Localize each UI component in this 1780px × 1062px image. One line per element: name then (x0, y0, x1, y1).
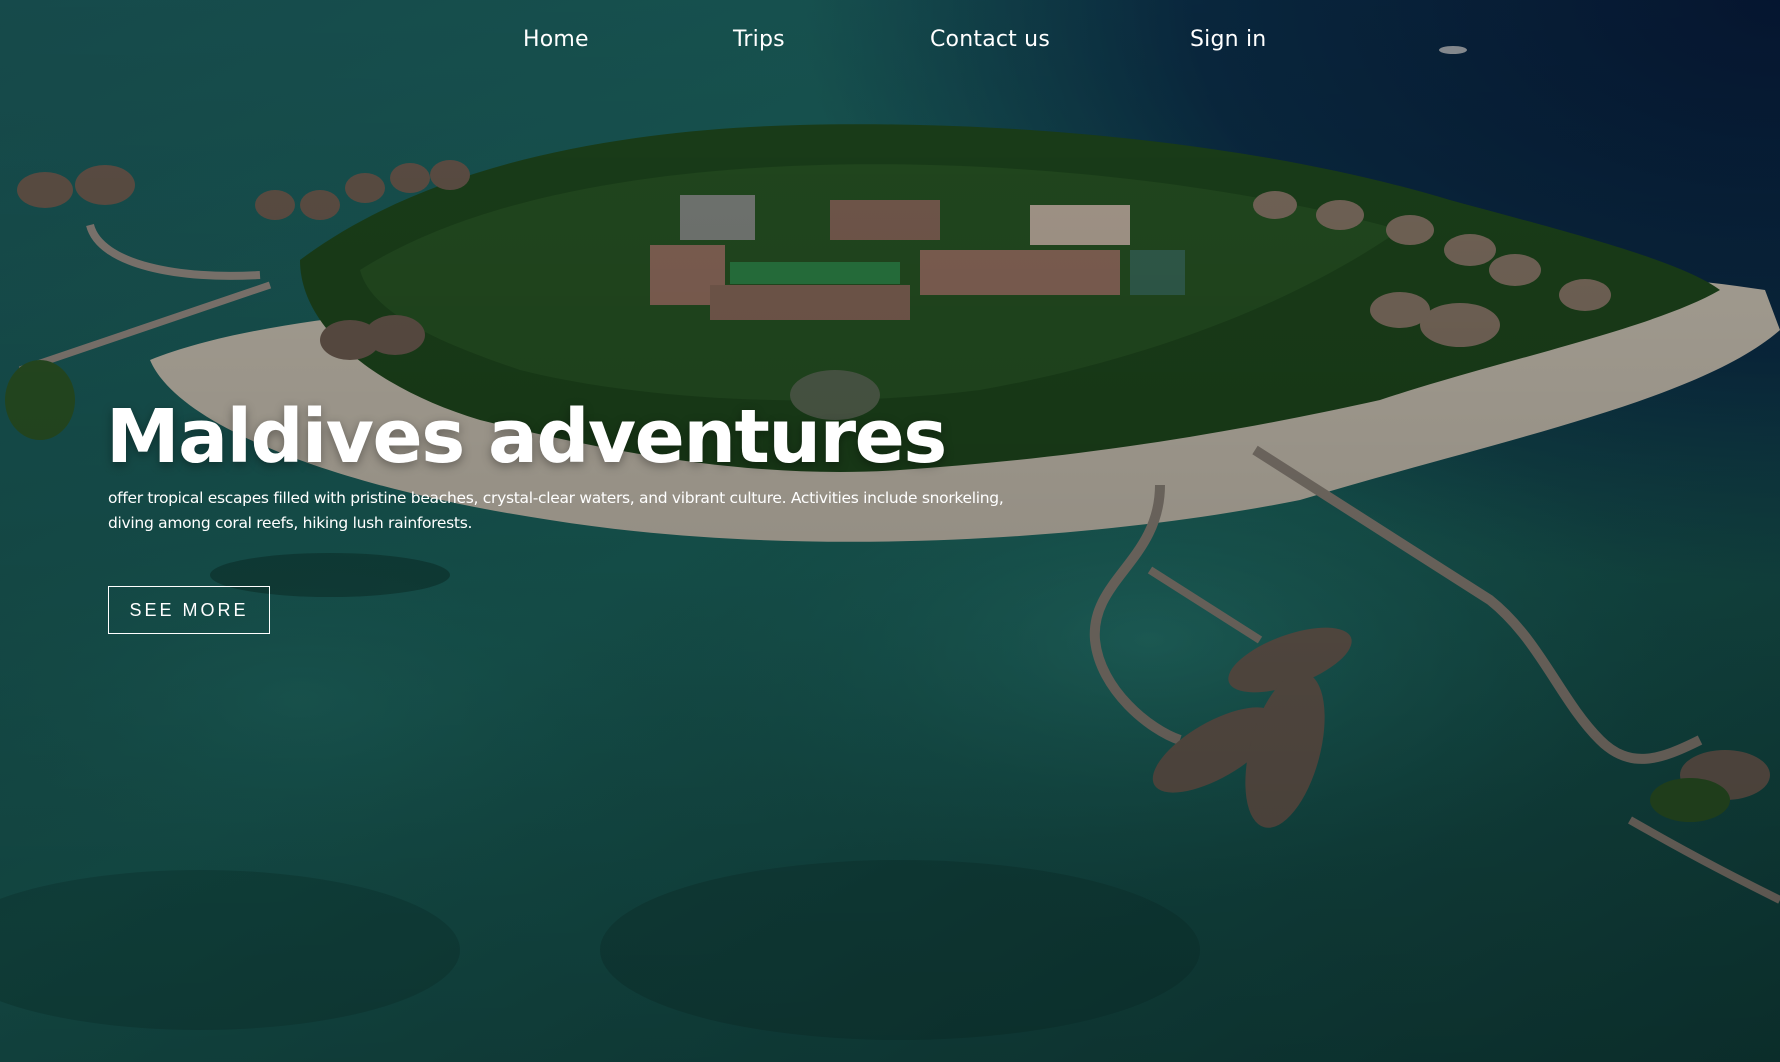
hero-description: offer tropical escapes filled with prist… (108, 489, 1004, 532)
nav-link-trips[interactable]: Trips (733, 22, 785, 58)
hero-section: Home Trips Contact us Sign in Maldives a… (0, 0, 1780, 1062)
nav-link-contact-us[interactable]: Contact us (930, 22, 1050, 58)
nav-link-sign-in[interactable]: Sign in (1190, 22, 1266, 58)
hero-title: Maldives adventures (106, 394, 947, 480)
see-more-button[interactable]: SEE MORE (108, 586, 270, 634)
top-navigation: Home Trips Contact us Sign in (0, 22, 1780, 62)
nav-link-home[interactable]: Home (523, 22, 589, 58)
